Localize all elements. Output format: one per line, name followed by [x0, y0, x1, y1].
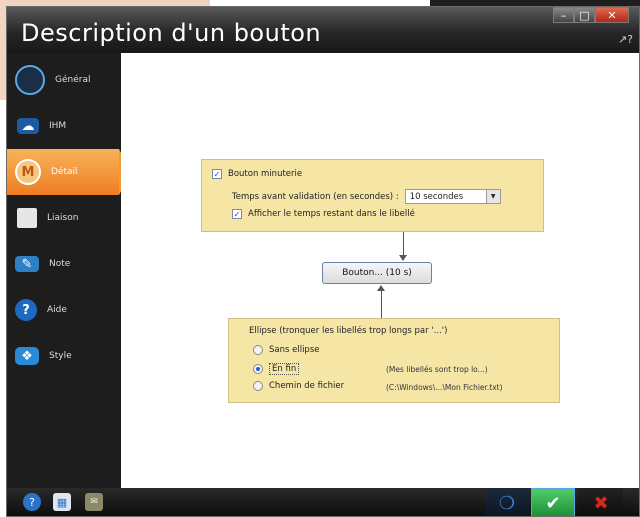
show-remaining-row[interactable]: ✓ Afficher le temps restant dans le libe… [232, 209, 415, 219]
preview-button[interactable]: Bouton... (10 s) [322, 262, 432, 284]
option-no-ellipsis[interactable]: Sans ellipse [253, 345, 320, 355]
help-icon: ? [15, 299, 37, 321]
delay-value: 10 secondes [409, 191, 464, 202]
liaison-icon [17, 208, 37, 228]
note-icon: ✎ [15, 256, 39, 272]
title-bar: Description d'un bouton – □ ✕ ↗? [7, 7, 639, 53]
sidebar-item-style[interactable]: ❖ Style [7, 333, 121, 379]
window-title: Description d'un bouton [21, 19, 322, 47]
minimize-button[interactable]: – [553, 7, 574, 23]
timer-checkbox-row[interactable]: ✓ Bouton minuterie [212, 169, 302, 179]
cancel-icon: ✖ [593, 492, 609, 514]
timer-panel: ✓ Bouton minuterie Temps avant validatio… [201, 159, 544, 232]
radio-file-path[interactable] [253, 381, 263, 391]
arrow-down-icon [399, 255, 407, 261]
help-cursor-icon[interactable]: ↗? [618, 33, 633, 46]
option-example: (C:\Windows\...\Mon Fichier.txt) [386, 383, 503, 392]
maximize-icon: □ [579, 8, 590, 22]
detail-icon: M [15, 159, 41, 185]
delay-label: Temps avant validation (en secondes) : [232, 191, 399, 202]
chevron-down-icon[interactable]: ▼ [485, 190, 500, 203]
footer-bar: ? ▦ ✉ ❍ ✔ ✖ [7, 488, 639, 516]
ellipsis-panel: Ellipse (tronquer les libellés trop long… [228, 318, 560, 403]
sidebar-item-label: Liaison [47, 213, 79, 223]
sidebar-item-label: Général [55, 75, 91, 85]
maximize-button[interactable]: □ [574, 7, 595, 23]
sidebar-item-label: IHM [49, 121, 67, 131]
arrow-up-icon [377, 285, 385, 291]
cancel-button[interactable]: ✖ [579, 488, 623, 516]
sidebar-item-label: Aide [47, 305, 67, 315]
show-remaining-label: Afficher le temps restant dans le libell… [248, 209, 415, 219]
preview-button-label: Bouton... (10 s) [342, 268, 412, 278]
footer-help-icon[interactable]: ? [23, 493, 41, 511]
option-label: En fin [269, 363, 300, 375]
delay-select[interactable]: 10 secondes ▼ [404, 189, 501, 204]
sidebar-item-label: Détail [51, 167, 78, 177]
ellipsis-title: Ellipse (tronquer les libellés trop long… [249, 326, 448, 336]
ihm-icon: ☁ [17, 118, 39, 134]
timer-checkbox[interactable]: ✓ [212, 169, 222, 179]
option-label: Sans ellipse [269, 345, 320, 355]
connector-line-bottom [381, 291, 382, 319]
sidebar-item-label: Note [49, 259, 71, 269]
option-label: Chemin de fichier [269, 381, 345, 391]
chevron-down-icon: ❍ [498, 492, 516, 514]
sidebar: Général ☁ IHM M Détail Liaison ✎ Note ? … [7, 53, 131, 488]
window-controls: – □ ✕ [553, 7, 629, 25]
footer-note-icon[interactable]: ✉ [85, 493, 103, 511]
sidebar-item-detail[interactable]: M Détail [7, 149, 119, 195]
style-icon: ❖ [15, 347, 39, 365]
delay-row: Temps avant validation (en secondes) : 1… [232, 189, 501, 204]
sidebar-item-liaison[interactable]: Liaison [7, 195, 121, 241]
sidebar-item-general[interactable]: Général [7, 57, 121, 103]
dropdown-button[interactable]: ❍ [485, 488, 529, 516]
validate-icon: ✔ [545, 492, 561, 514]
timer-checkbox-label: Bouton minuterie [228, 169, 303, 179]
sidebar-item-label: Style [49, 351, 72, 361]
close-button[interactable]: ✕ [595, 7, 629, 23]
option-example: (Mes libellés sont trop lo...) [386, 365, 488, 374]
sidebar-item-ihm[interactable]: ☁ IHM [7, 103, 121, 149]
footer-image-icon[interactable]: ▦ [53, 493, 71, 511]
minimize-icon: – [560, 8, 567, 22]
close-icon: ✕ [607, 8, 617, 22]
sidebar-item-aide[interactable]: ? Aide [7, 287, 121, 333]
option-end[interactable]: En fin [253, 363, 300, 375]
show-remaining-checkbox[interactable]: ✓ [232, 209, 242, 219]
connector-line-top [403, 232, 404, 256]
option-file-path[interactable]: Chemin de fichier [253, 381, 344, 391]
radio-end[interactable] [253, 364, 263, 374]
radio-no-ellipsis[interactable] [253, 345, 263, 355]
general-icon [15, 65, 45, 95]
sidebar-item-note[interactable]: ✎ Note [7, 241, 121, 287]
validate-button[interactable]: ✔ [531, 488, 575, 516]
